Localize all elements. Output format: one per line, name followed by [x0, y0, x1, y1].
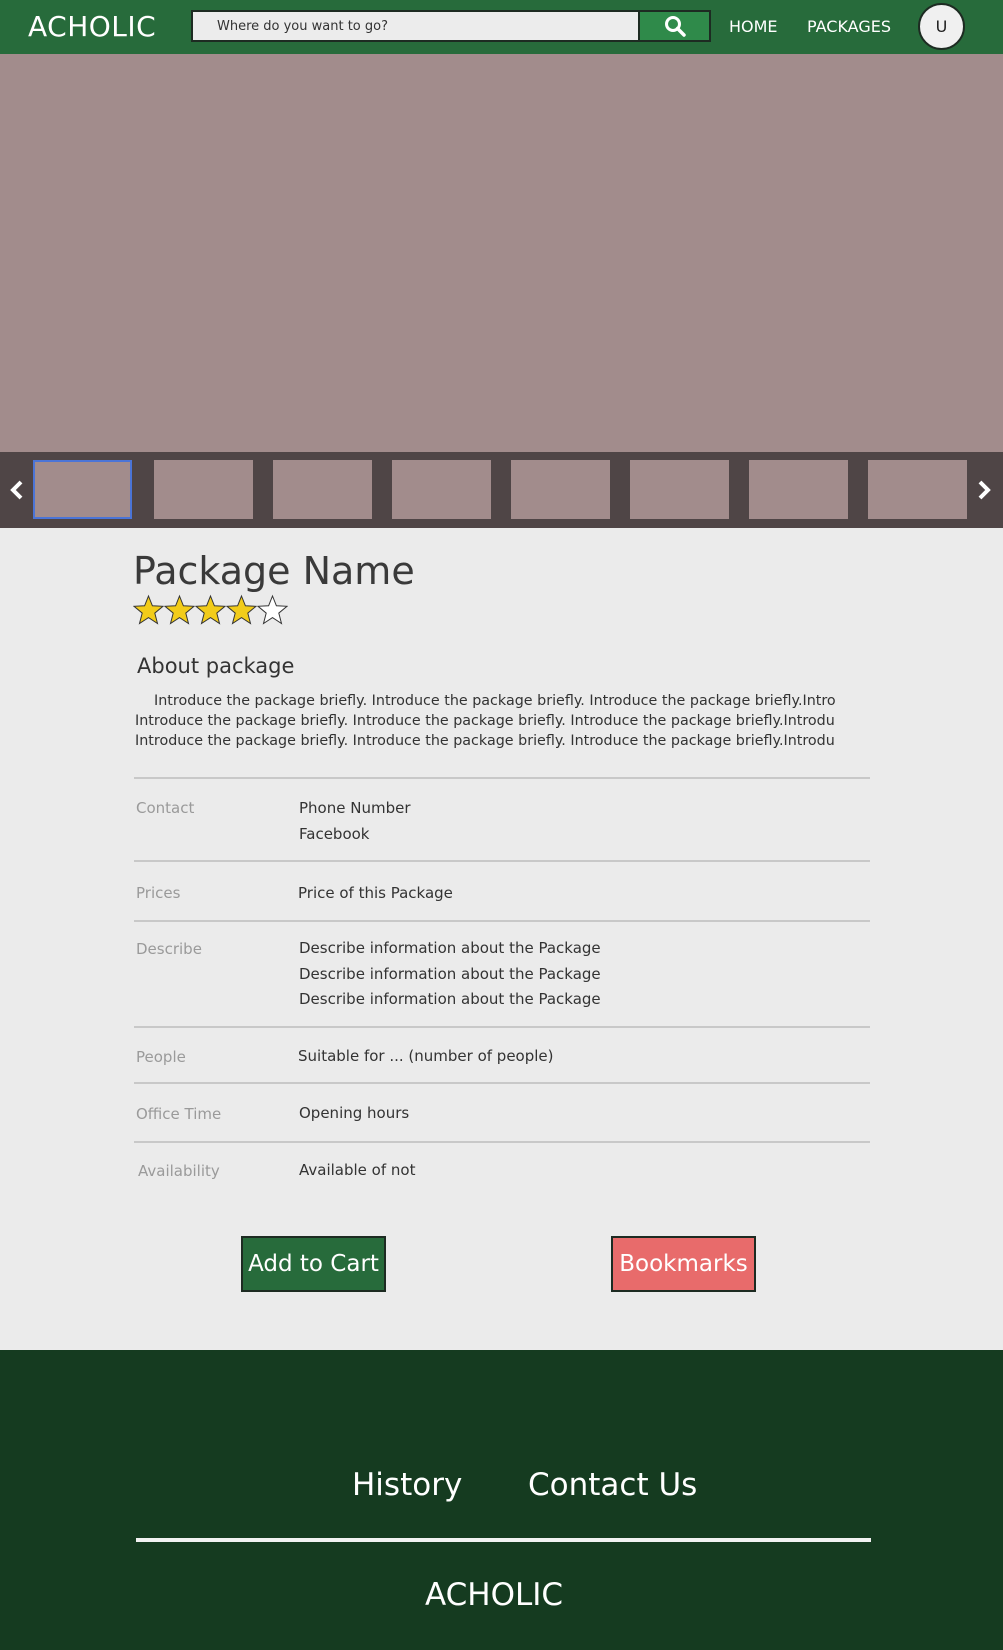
- nav-home-link[interactable]: HOME: [729, 17, 778, 36]
- gallery-thumbnail[interactable]: [392, 460, 491, 519]
- contact-label: Contact: [136, 799, 195, 817]
- divider: [134, 920, 870, 922]
- hero-image: [0, 54, 1003, 452]
- contact-values: Phone Number Facebook: [299, 796, 411, 847]
- describe-line: Describe information about the Package: [299, 939, 601, 957]
- gallery-thumbnail[interactable]: [511, 460, 610, 519]
- divider: [134, 1082, 870, 1084]
- gallery-thumbnail[interactable]: [868, 460, 967, 519]
- availability-label: Availability: [138, 1162, 220, 1180]
- package-title: Package Name: [133, 549, 415, 593]
- price-value: Price of this Package: [298, 884, 453, 902]
- people-label: People: [136, 1048, 186, 1066]
- describe-line: Describe information about the Package: [299, 990, 601, 1008]
- availability-value: Available of not: [299, 1161, 416, 1179]
- office-time-label: Office Time: [136, 1105, 222, 1123]
- brand-logo[interactable]: ACHOLIC: [28, 10, 156, 43]
- footer: History Contact Us ACHOLIC: [0, 1350, 1003, 1650]
- top-nav-bar: ACHOLIC HOME PACKAGES U: [0, 0, 1003, 54]
- filled-star-icon: [164, 594, 195, 625]
- star-rating: [133, 594, 288, 626]
- filled-star-icon: [226, 594, 257, 625]
- about-line: Introduce the package briefly. Introduce…: [135, 713, 835, 729]
- people-value: Suitable for ... (number of people): [298, 1047, 554, 1065]
- divider: [134, 1141, 870, 1143]
- search-button[interactable]: [638, 10, 711, 42]
- search-icon: [664, 16, 686, 37]
- divider: [134, 1026, 870, 1028]
- footer-logo: ACHOLIC: [424, 1577, 564, 1613]
- avatar-initial: U: [935, 17, 948, 36]
- nav-packages-link[interactable]: PACKAGES: [807, 17, 891, 36]
- gallery-thumbnail[interactable]: [749, 460, 848, 519]
- user-avatar[interactable]: U: [918, 3, 965, 50]
- thumbnail-strip: [0, 452, 1003, 528]
- divider: [134, 777, 870, 779]
- gallery-thumbnail[interactable]: [154, 460, 253, 519]
- phone-number: Phone Number: [299, 799, 411, 817]
- office-time-value: Opening hours: [299, 1104, 410, 1122]
- search-input[interactable]: [193, 12, 638, 40]
- footer-contact-link[interactable]: Contact Us: [528, 1467, 697, 1503]
- filled-star-icon: [133, 594, 164, 625]
- footer-history-link[interactable]: History: [352, 1467, 462, 1503]
- chevron-right-icon: [978, 480, 991, 500]
- about-heading: About package: [137, 654, 295, 678]
- footer-divider: [136, 1538, 871, 1542]
- bookmarks-button[interactable]: Bookmarks: [611, 1236, 756, 1292]
- describe-label: Describe: [136, 940, 202, 958]
- search-box: [191, 10, 640, 42]
- divider: [134, 860, 870, 862]
- add-to-cart-button[interactable]: Add to Cart: [241, 1236, 386, 1292]
- filled-star-icon: [195, 594, 226, 625]
- gallery-thumbnail[interactable]: [630, 460, 729, 519]
- about-description: Introduce the package briefly. Introduce…: [135, 691, 851, 751]
- empty-star-icon: [257, 594, 288, 625]
- next-image-button[interactable]: [969, 452, 999, 528]
- chevron-left-icon: [10, 480, 23, 500]
- gallery-thumbnail[interactable]: [33, 460, 132, 519]
- describe-line: Describe information about the Package: [299, 964, 601, 983]
- about-line: Introduce the package briefly. Introduce…: [135, 733, 835, 749]
- previous-image-button[interactable]: [2, 452, 32, 528]
- describe-values: Describe information about the Package D…: [299, 936, 601, 1013]
- prices-label: Prices: [136, 884, 181, 902]
- facebook: Facebook: [299, 824, 370, 843]
- about-line: Introduce the package briefly. Introduce…: [154, 693, 836, 709]
- gallery-thumbnail[interactable]: [273, 460, 372, 519]
